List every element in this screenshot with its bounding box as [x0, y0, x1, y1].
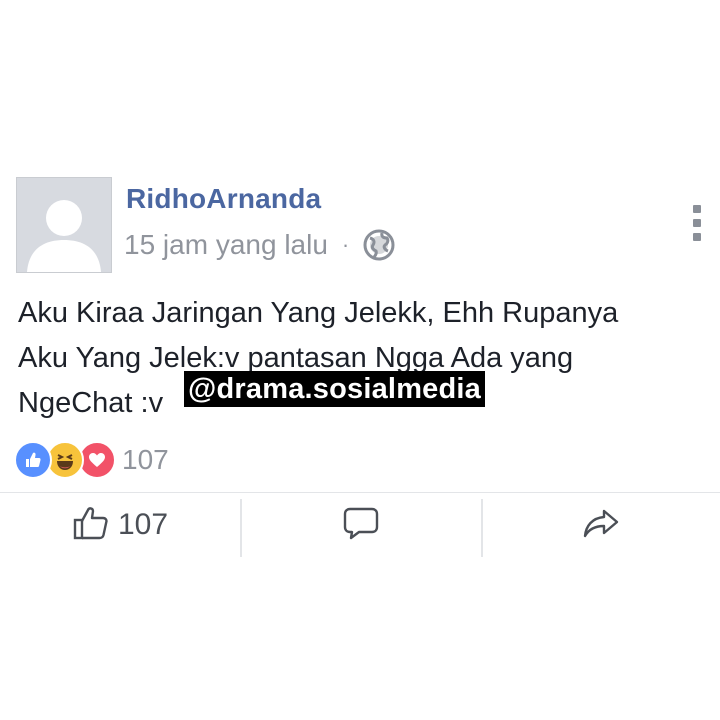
- watermark: @drama.sosialmedia: [184, 371, 486, 407]
- like-button[interactable]: 107: [0, 493, 240, 557]
- avatar[interactable]: [16, 177, 112, 273]
- meta-separator: ·: [341, 232, 350, 257]
- like-reaction-icon: [14, 441, 52, 479]
- globe-icon: [363, 229, 395, 261]
- like-count: 107: [117, 508, 169, 541]
- action-bar: 107: [0, 493, 720, 557]
- author-name[interactable]: RidhoArnanda: [126, 183, 321, 215]
- thumbs-up-icon: [72, 504, 110, 547]
- post-text-line: Aku Kiraa Jaringan Yang Jelekk, Ehh Rupa…: [18, 297, 619, 329]
- facebook-post-card: RidhoArnanda 15 jam yang lalu · Aku Kira…: [0, 0, 720, 720]
- reactions-summary[interactable]: 107: [14, 440, 169, 480]
- post-meta: 15 jam yang lalu ·: [124, 227, 395, 263]
- reaction-count[interactable]: 107: [122, 444, 169, 476]
- share-icon: [582, 504, 620, 547]
- more-options-icon[interactable]: [690, 205, 704, 241]
- comment-icon: [342, 504, 380, 547]
- default-profile-silhouette: [17, 178, 111, 272]
- share-button[interactable]: [482, 493, 720, 557]
- post-timestamp[interactable]: 15 jam yang lalu: [124, 229, 328, 261]
- post-header: RidhoArnanda 15 jam yang lalu ·: [16, 177, 706, 277]
- comment-button[interactable]: [241, 493, 481, 557]
